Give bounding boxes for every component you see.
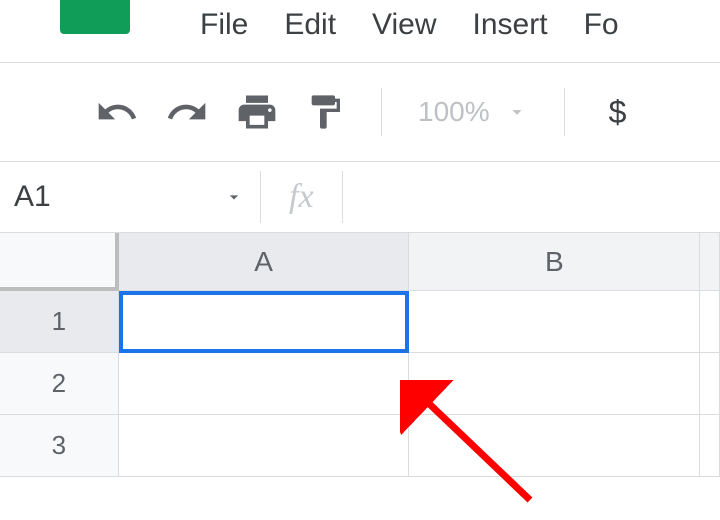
chevron-down-icon	[224, 187, 244, 207]
menu-file[interactable]: File	[200, 8, 248, 42]
menu-format[interactable]: Fo	[584, 8, 619, 42]
cell-a3[interactable]	[119, 415, 410, 477]
cell-a2[interactable]	[119, 353, 410, 415]
formula-bar: A1 fx	[0, 161, 720, 233]
select-all-corner[interactable]	[0, 233, 119, 291]
titlebar-area: File Edit View Insert Fo	[0, 0, 720, 62]
sheets-logo	[60, 0, 130, 34]
cell-b1[interactable]	[409, 291, 700, 353]
separator	[342, 171, 343, 223]
undo-icon[interactable]	[95, 90, 139, 134]
menu-insert[interactable]: Insert	[473, 8, 548, 42]
spreadsheet-grid: A B 1 2 3	[0, 233, 720, 477]
paint-format-icon[interactable]	[305, 92, 345, 132]
chevron-down-icon	[506, 101, 528, 123]
separator	[381, 88, 382, 136]
column-header-c[interactable]	[700, 233, 720, 291]
cell-a1[interactable]	[119, 291, 410, 353]
menu-view[interactable]: View	[372, 8, 436, 42]
cell-c1[interactable]	[700, 291, 720, 353]
column-header-b[interactable]: B	[409, 233, 700, 291]
separator	[260, 171, 261, 223]
zoom-dropdown[interactable]: 100%	[418, 96, 528, 128]
cell-c2[interactable]	[700, 353, 720, 415]
row-header-3[interactable]: 3	[0, 415, 119, 477]
row-header-2[interactable]: 2	[0, 353, 119, 415]
zoom-label: 100%	[418, 96, 490, 128]
row-3: 3	[0, 415, 720, 477]
row-2: 2	[0, 353, 720, 415]
column-headers: A B	[0, 233, 720, 291]
name-box-value: A1	[14, 180, 51, 214]
cell-b3[interactable]	[409, 415, 700, 477]
row-1: 1	[0, 291, 720, 353]
cell-c3[interactable]	[700, 415, 720, 477]
toolbar: 100% $	[0, 63, 720, 161]
redo-icon[interactable]	[165, 90, 209, 134]
cell-b2[interactable]	[409, 353, 700, 415]
menu-edit[interactable]: Edit	[284, 8, 336, 42]
row-header-1[interactable]: 1	[0, 291, 119, 353]
separator	[564, 88, 565, 136]
fx-label: fx	[289, 178, 314, 216]
column-header-a[interactable]: A	[119, 233, 410, 291]
menu-bar: File Edit View Insert Fo	[200, 8, 619, 42]
name-box[interactable]: A1	[0, 162, 260, 232]
currency-format-button[interactable]: $	[609, 94, 627, 131]
print-icon[interactable]	[235, 90, 279, 134]
